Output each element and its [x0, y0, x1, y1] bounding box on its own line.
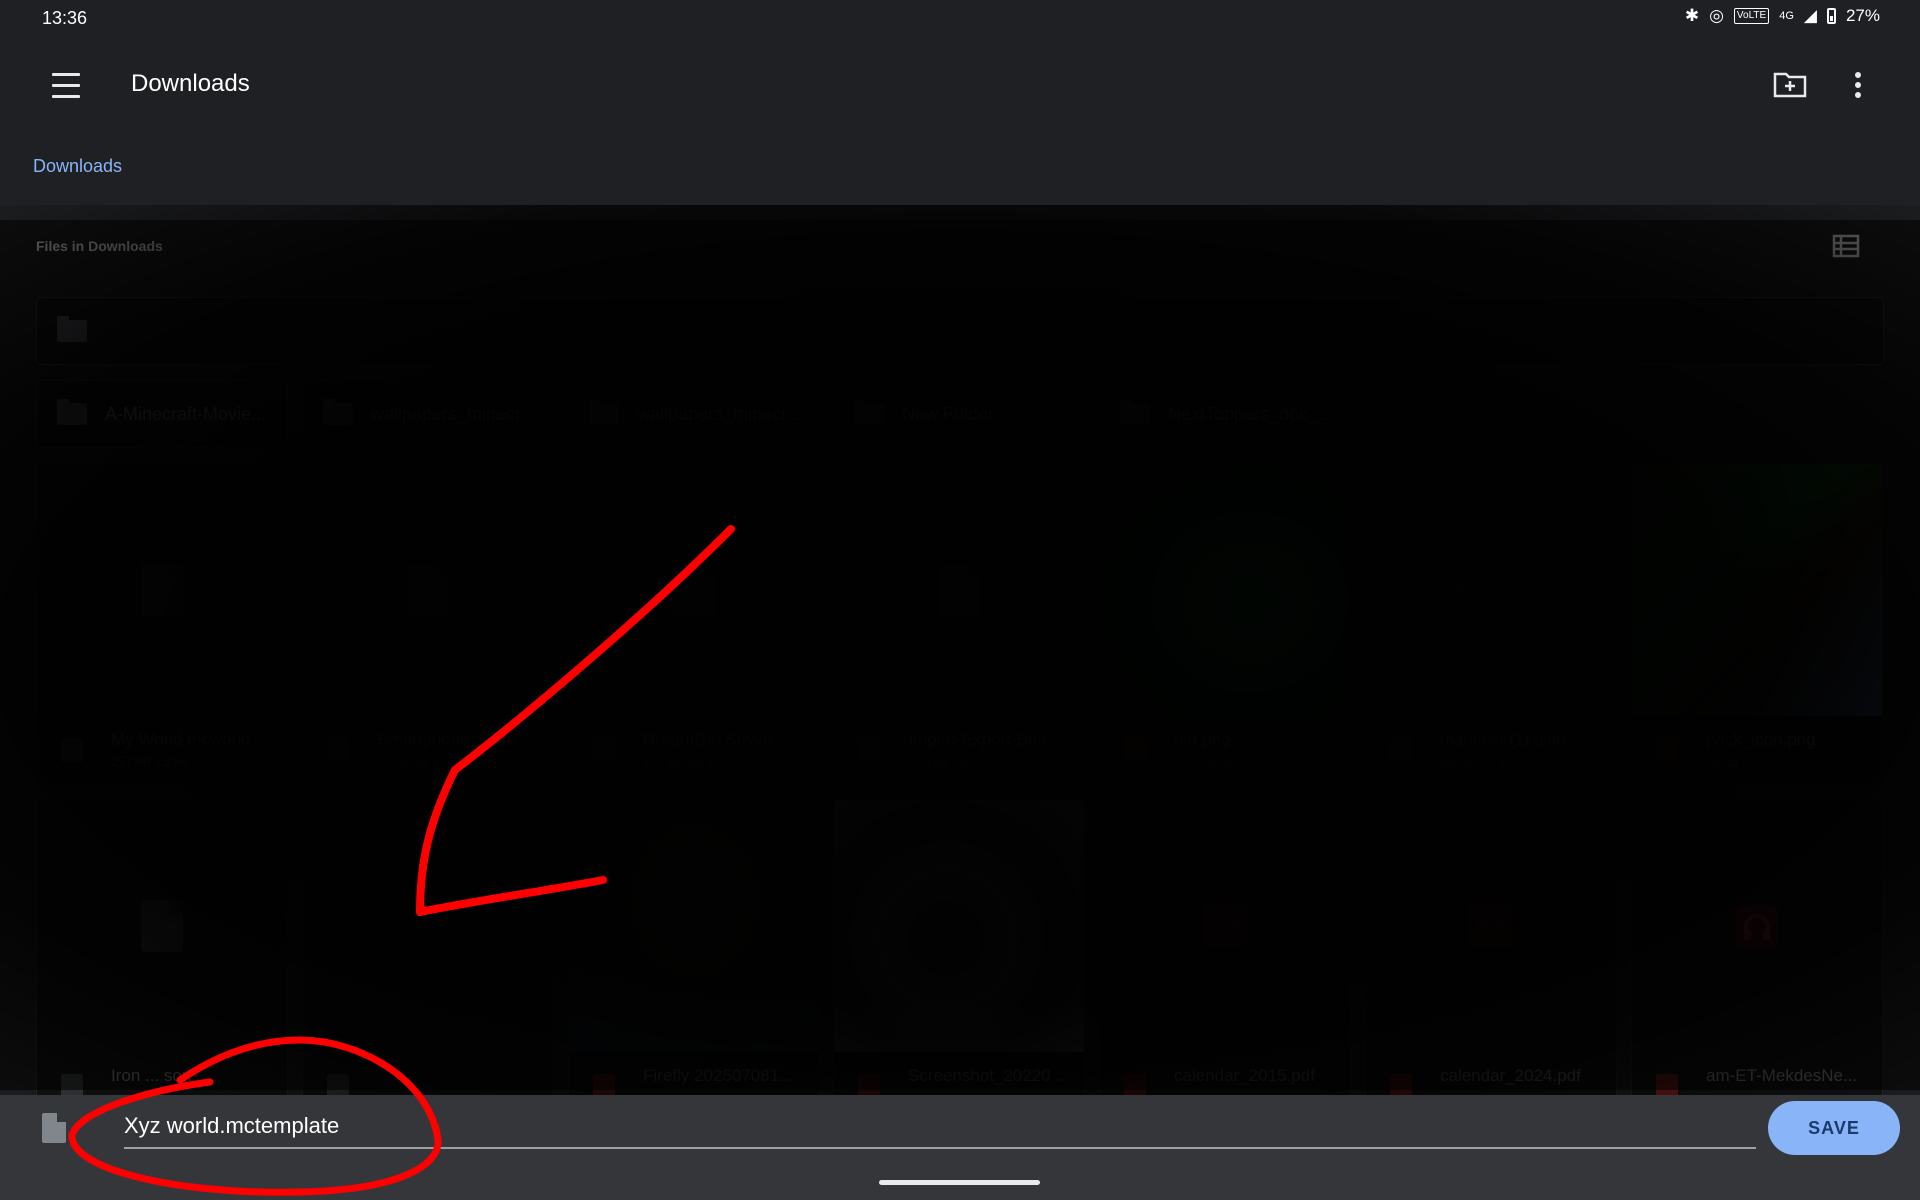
file-thumbnail	[1632, 800, 1882, 1052]
file-type-icon	[593, 738, 615, 762]
file-details: 51.09 kB 13:03	[377, 754, 465, 769]
folder-icon	[57, 399, 87, 425]
file-name: DreamGirl Savier	[643, 730, 774, 749]
image-thumbnail	[1632, 464, 1882, 716]
file-icon	[938, 564, 980, 616]
android-icon	[407, 564, 449, 616]
folder-icon	[854, 399, 884, 425]
image-thumbnail	[569, 800, 819, 1052]
file-tile[interactable]: Firefly 202507081...	[568, 799, 820, 1121]
file-thumbnail	[37, 800, 287, 1052]
filename-input[interactable]	[124, 1105, 1756, 1149]
image-thumbnail	[834, 800, 1084, 1052]
folder-name: wallpapers_minecr...	[637, 403, 802, 424]
file-thumbnail	[37, 464, 287, 716]
document-icon	[42, 1113, 66, 1143]
code-icon: < >	[1454, 567, 1528, 613]
file-details: 225 kB Jul 11	[908, 754, 986, 769]
file-tile[interactable]: Screenshot_20220...	[833, 799, 1085, 1121]
file-thumbnail	[303, 800, 553, 1052]
folder-row-top[interactable]	[36, 297, 1884, 365]
folder-item[interactable]: New Folder	[833, 380, 1085, 448]
file-tile[interactable]: PDF calendar_2015.pdf	[1099, 799, 1351, 1121]
gesture-bar	[879, 1180, 1040, 1185]
folder-name: wallpapers_minecr...	[371, 403, 536, 424]
file-details: 699 B Jul 11	[1440, 754, 1512, 769]
file-thumbnail: PDF	[1366, 800, 1616, 1052]
folder-item[interactable]: wallpapers_minecr...	[302, 380, 554, 448]
file-name: calendar_2024.pdf	[1440, 1066, 1581, 1085]
file-name: pack_icon.png	[1706, 730, 1816, 749]
archive-icon	[141, 900, 183, 952]
file-details: 171 kB Jul 11	[643, 754, 721, 769]
file-tile[interactable]: pack_icon.png Jul 11	[1631, 463, 1883, 785]
file-name: Firefly 202507081...	[643, 1066, 794, 1085]
file-name: Screenshot_20220...	[908, 1066, 1065, 1085]
folder-name: New Folder	[902, 403, 995, 424]
file-icon	[141, 564, 183, 616]
folder-name: A-Minecraft-Movie...	[105, 403, 267, 424]
headphones-icon	[1736, 905, 1778, 947]
file-tile[interactable]: dirt.png 1.54 kB Jul 11	[1099, 463, 1351, 785]
image-thumbnail	[1100, 464, 1350, 716]
file-tile[interactable]: DreamGirl Savier 171 kB Jul 11	[568, 463, 820, 785]
image-file-icon	[1656, 738, 1678, 762]
file-tile[interactable]	[302, 799, 554, 1121]
folder-name: NextToppers_doc_...	[1168, 403, 1334, 424]
file-details: Jul 11	[1706, 754, 1740, 769]
file-name: Smartphone_Type...	[377, 730, 531, 749]
file-tile[interactable]: My World.mcworld 257 kB 13:54	[36, 463, 288, 785]
pdf-icon: PDF	[1469, 904, 1513, 948]
file-tile[interactable]: Import-Export-Butt... 225 kB Jul 11	[833, 463, 1085, 785]
folder-icon	[1120, 399, 1150, 425]
image-file-icon	[1124, 738, 1146, 762]
file-thumbnail	[834, 464, 1084, 716]
file-tile[interactable]: am-ET-MekdesNe...	[1631, 799, 1883, 1121]
file-type-icon	[1390, 738, 1412, 762]
file-tile[interactable]: Smartphone_Type... 51.09 kB 13:03	[302, 463, 554, 785]
folder-item[interactable]: wallpapers_minecr...	[568, 380, 820, 448]
folder-item[interactable]: NextToppers_doc_...	[1099, 380, 1351, 448]
file-thumbnail	[303, 464, 553, 716]
file-name: dirt.png	[1174, 730, 1231, 749]
file-tile[interactable]: PDF calendar_2024.pdf	[1365, 799, 1617, 1121]
file-name: am-ET-MekdesNe...	[1706, 1066, 1858, 1085]
file-name: manifest (1).json	[1440, 730, 1566, 749]
file-tile[interactable]: < > manifest (1).json 699 B Jul 11	[1365, 463, 1617, 785]
file-name: My World.mcworld	[111, 730, 251, 749]
file-type-icon	[61, 738, 83, 762]
folder-item[interactable]: A-Minecraft-Movie...	[36, 380, 288, 448]
file-save-dialog: { "status_bar": { "time": "13:36", "batt…	[0, 0, 1920, 1200]
file-name: Import-Export-Butt...	[908, 730, 1062, 749]
file-type-icon	[327, 738, 349, 762]
file-icon	[673, 564, 715, 616]
file-thumbnail: < >	[1366, 464, 1616, 716]
file-details: 257 kB 13:54	[111, 754, 188, 769]
file-name: calendar_2015.pdf	[1174, 1066, 1315, 1085]
file-grid: A-Minecraft-Movie... wallpapers_minecr..…	[0, 0, 1920, 1121]
folder-icon	[589, 399, 619, 425]
pdf-icon: PDF	[1203, 904, 1247, 948]
file-type-icon	[858, 738, 880, 762]
folder-icon	[57, 316, 87, 342]
file-name: Iron ... son ...	[111, 1066, 211, 1085]
folder-icon	[323, 399, 353, 425]
file-thumbnail	[569, 464, 819, 716]
save-button[interactable]: SAVE	[1768, 1101, 1900, 1155]
file-tile[interactable]: Iron ... son ...	[36, 799, 288, 1121]
file-thumbnail: PDF	[1100, 800, 1350, 1052]
file-details: 1.54 kB Jul 11	[1174, 754, 1256, 769]
